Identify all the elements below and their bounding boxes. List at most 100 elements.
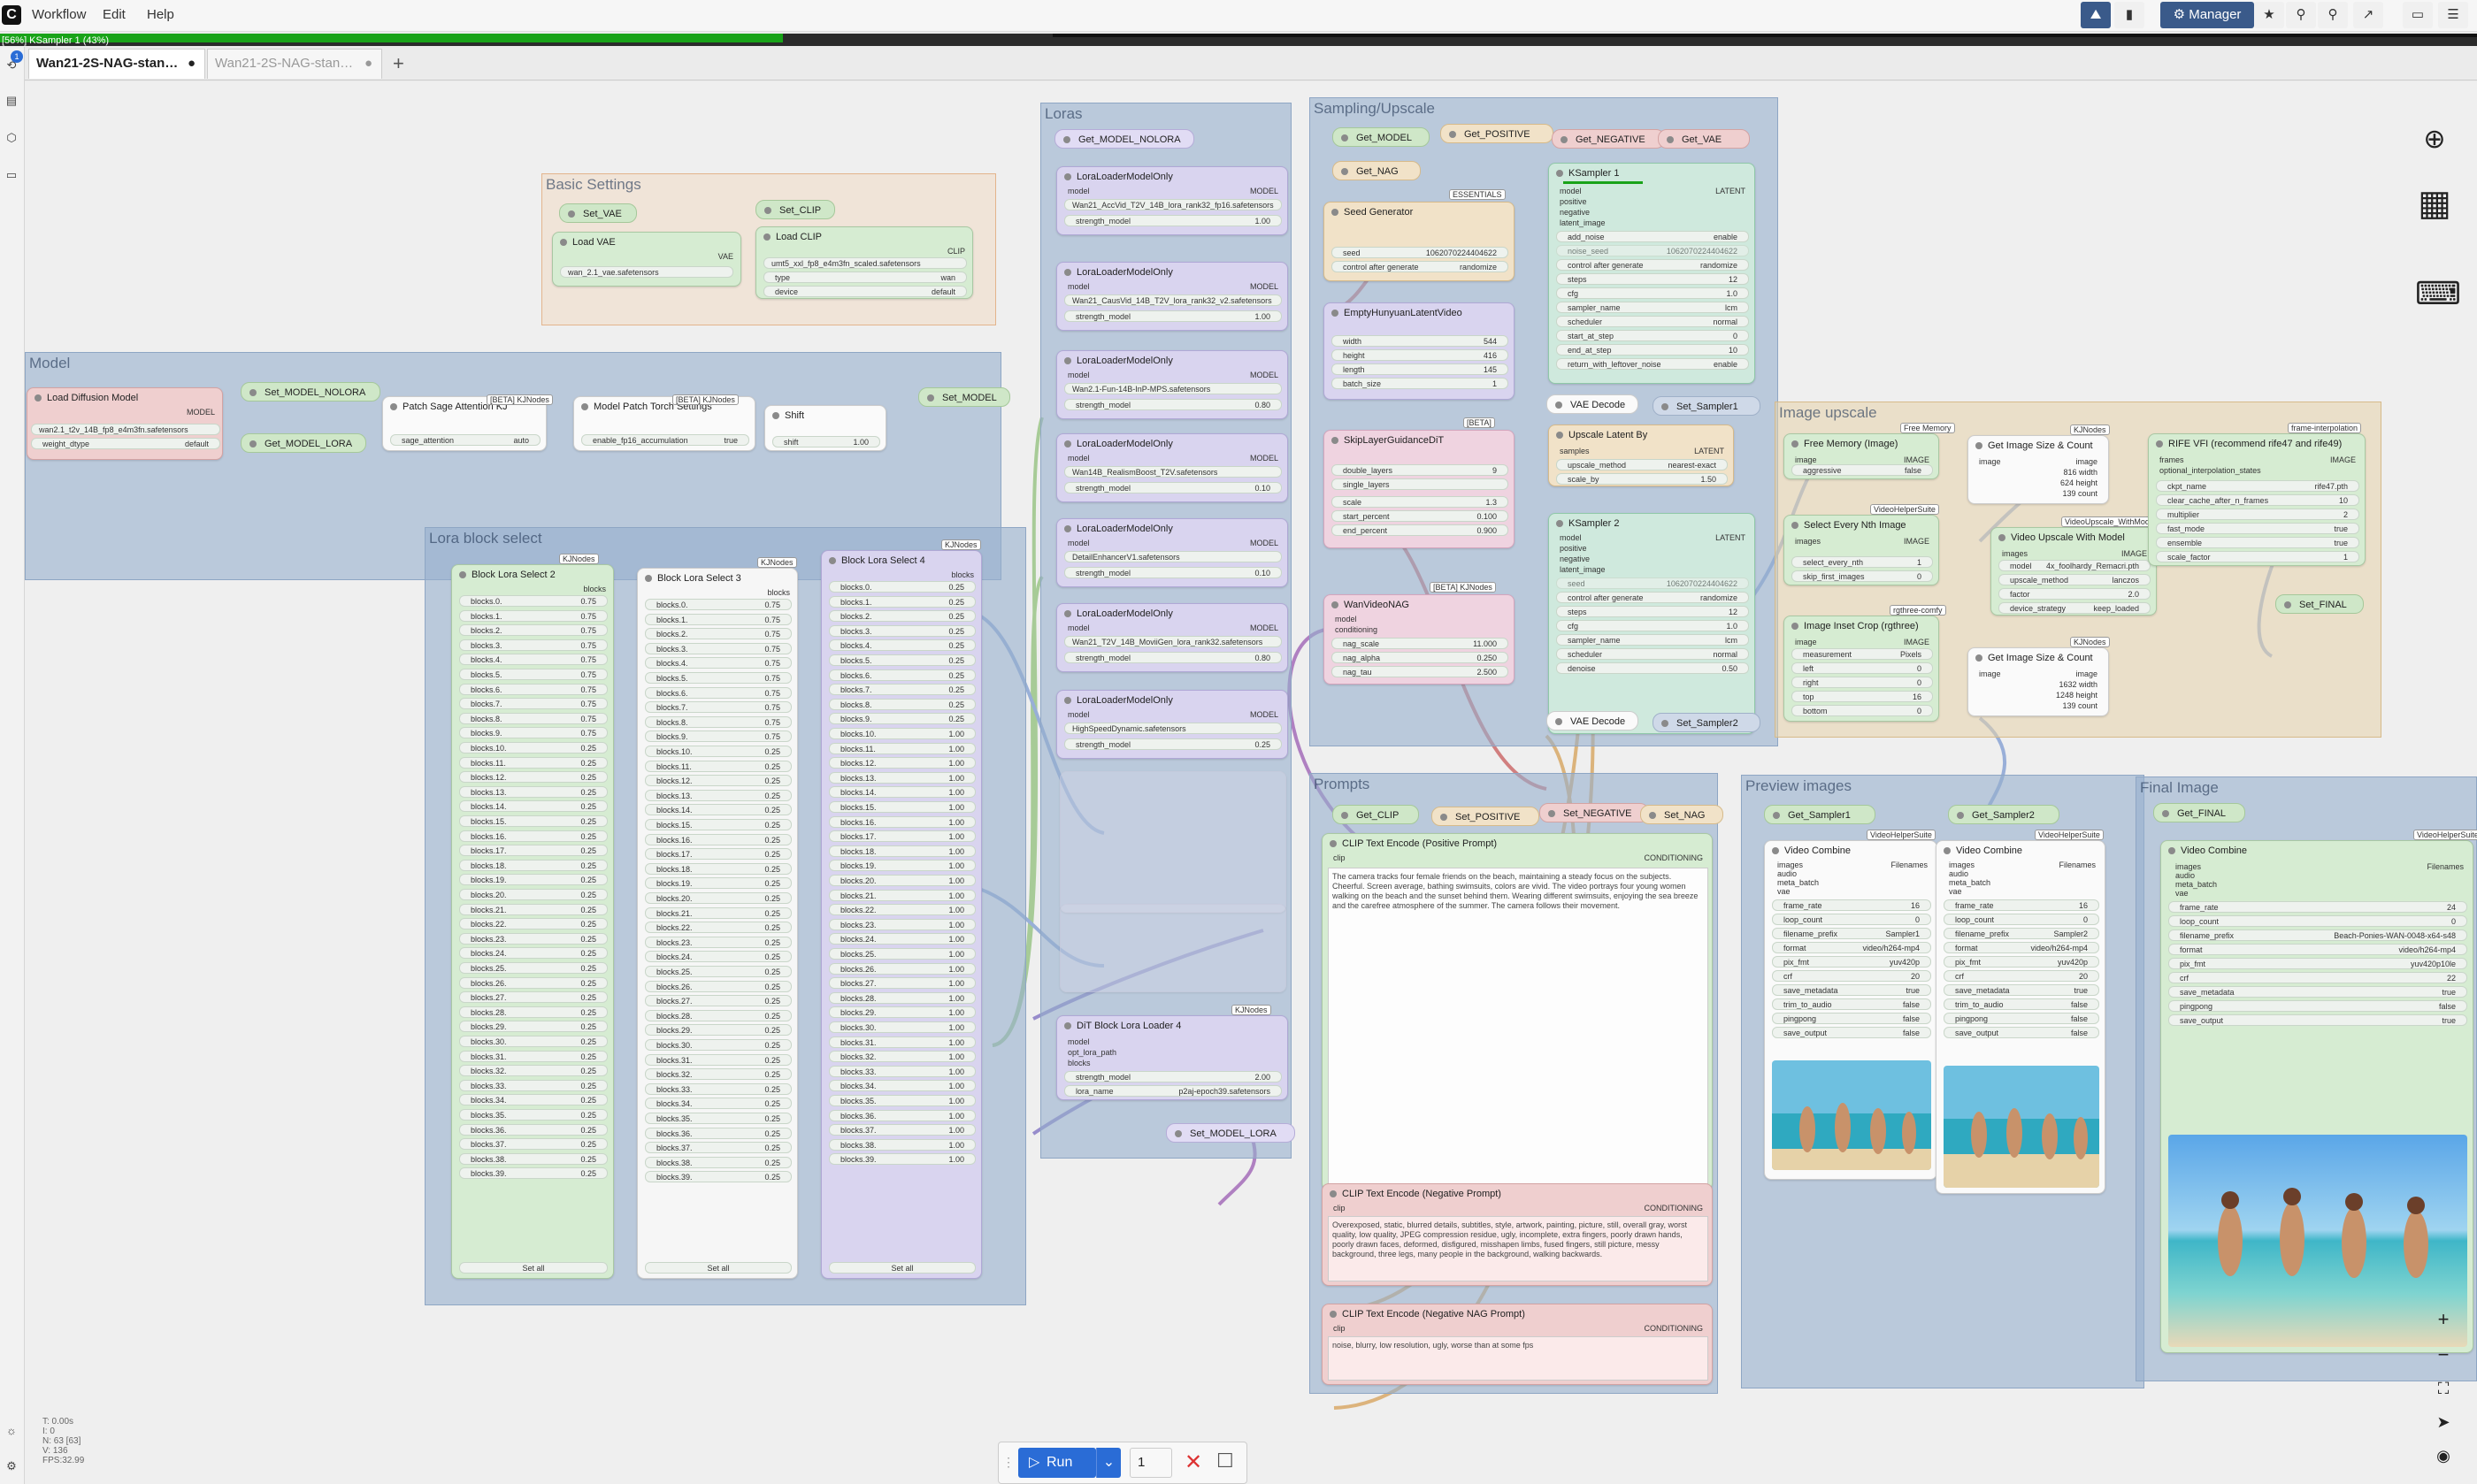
block-weight-slider[interactable]: blocks.15. 1.00 [829,801,976,813]
block-weight-slider[interactable]: blocks.16. 1.00 [829,815,976,828]
pix-fmt-widget[interactable]: pix_fmt yuv420p [1772,956,1931,968]
seed-generator-node[interactable]: Seed Generator seed 1062070224404622 cont… [1323,202,1515,281]
block-weight-slider[interactable]: blocks.1. 0.25 [829,595,976,608]
block-weight-slider[interactable]: blocks.19. 1.00 [829,860,976,872]
bypassed-block-lora-loader-3[interactable] [1060,904,1286,992]
ckpt-name-combo[interactable]: ckpt_name rife47.pth [2156,480,2359,492]
save-metadata-widget[interactable]: save_metadata true [1772,984,1931,996]
clip-device-combo[interactable]: device default [763,286,967,297]
scale-number[interactable]: scale 1.3 [1331,496,1508,508]
shift-value-number[interactable]: shift 1.00 [772,436,880,447]
clear-cache-number[interactable]: clear_cache_after_n_frames 10 [2156,494,2359,506]
block-weight-slider[interactable]: blocks.11. 0.25 [645,760,792,772]
block-weight-slider[interactable]: blocks.1. 0.75 [459,609,608,622]
block-weight-slider[interactable]: blocks.39. 0.25 [459,1167,608,1180]
block-weight-slider[interactable]: blocks.20. 1.00 [829,875,976,886]
block-weight-slider[interactable]: blocks.0. 0.75 [645,599,792,610]
dit-strength-number[interactable]: strength_model 2.00 [1064,1071,1282,1082]
graph-canvas[interactable]: Basic Settings Set_VAE Set_CLIP Load VAE… [25,81,2477,1484]
block-weight-slider[interactable]: blocks.27. 1.00 [829,977,976,990]
manager-button[interactable]: ⚙ Manager [2160,2,2254,28]
block-weight-slider[interactable]: blocks.18. 0.25 [645,862,792,875]
control-combo[interactable]: control after generate randomize [1556,592,1749,603]
block-weight-slider[interactable]: blocks.30. 0.25 [645,1039,792,1051]
hamburger-icon[interactable]: ☰ [2438,2,2468,28]
block-weight-slider[interactable]: blocks.15. 0.25 [459,815,608,827]
device-strategy-combo[interactable]: device_strategy keep_loaded [1998,602,2151,614]
lora-loader-model-only-node[interactable]: LoraLoaderModelOnly model MODEL HighSpee… [1056,690,1288,759]
pingpong-widget[interactable]: pingpong false [1772,1013,1931,1024]
lora-name-combo[interactable]: Wan21_AccVid_T2V_14B_lora_rank32_fp16.sa… [1064,199,1282,210]
block-weight-slider[interactable]: blocks.34. 1.00 [829,1080,976,1092]
block-weight-slider[interactable]: blocks.4. 0.25 [829,639,976,652]
strength-model-number[interactable]: strength_model 0.80 [1064,652,1282,663]
set-positive-node[interactable]: Set_POSITIVE [1431,807,1539,826]
get-vae-node[interactable]: Get_VAE [1658,129,1750,149]
set-sampler1-node[interactable]: Set_Sampler1 [1653,396,1760,416]
double-layers-text[interactable]: double_layers 9 [1331,464,1508,476]
block-weight-slider[interactable]: blocks.3. 0.75 [645,642,792,654]
block-weight-slider[interactable]: blocks.2. 0.75 [459,624,608,637]
strength-model-number[interactable]: strength_model 0.25 [1064,738,1282,750]
clip-type-combo[interactable]: type wan [763,272,967,283]
shift-node[interactable]: Shift shift 1.00 [764,405,886,451]
get-clip-node[interactable]: Get_CLIP [1332,805,1419,824]
denoise-number[interactable]: denoise 0.50 [1556,662,1749,674]
nag-alpha-number[interactable]: nag_alpha 0.250 [1331,652,1508,663]
end-step-number[interactable]: end_at_step 10 [1556,344,1749,356]
dit-lora-name-combo[interactable]: lora_name p2aj-epoch39.safetensors [1064,1085,1282,1097]
noise-seed-number[interactable]: seed 1062070224404622 [1556,578,1749,589]
block-weight-slider[interactable]: blocks.24. 0.25 [459,947,608,960]
sampler-name-combo[interactable]: sampler_name lcm [1556,634,1749,646]
get-sampler2-node[interactable]: Get_Sampler2 [1948,805,2059,824]
wan-video-nag-node[interactable]: WanVideoNAG model conditioning nag_scale… [1323,594,1515,685]
batch-count-input[interactable]: 1 [1130,1448,1172,1478]
strength-model-number[interactable]: strength_model 1.00 [1064,215,1282,226]
control-after-generate-combo[interactable]: control after generate randomize [1331,261,1508,272]
node-library-icon[interactable]: ▤ [4,93,19,109]
width-number[interactable]: width 544 [1331,335,1508,347]
lora-loader-model-only-node[interactable]: LoraLoaderModelOnly model MODEL Wan21_Ca… [1056,262,1288,331]
block-weight-slider[interactable]: blocks.36. 1.00 [829,1109,976,1121]
block-weight-slider[interactable]: blocks.2. 0.25 [829,610,976,623]
block-weight-slider[interactable]: blocks.14. 0.25 [645,804,792,816]
measurement-combo[interactable]: measurement Pixels [1791,648,1933,660]
block-weight-slider[interactable]: blocks.30. 1.00 [829,1021,976,1033]
left-number[interactable]: left 0 [1791,662,1933,674]
block-lora-select-node[interactable]: Block Lora Select 2 blocks blocks.0. 0.75 bl… [451,564,614,1279]
add-tab-button[interactable]: + [393,52,404,75]
block-lora-select-node[interactable]: Block Lora Select 4 blocks blocks.0. 0.25 bl… [821,550,982,1279]
factor-number[interactable]: factor 2.0 [1998,588,2151,600]
scale-by-number[interactable]: scale_by 1.50 [1556,473,1728,485]
block-weight-slider[interactable]: blocks.9. 0.75 [459,727,608,739]
block-weight-slider[interactable]: blocks.25. 0.25 [645,966,792,977]
nag-prompt-textarea[interactable]: noise, blurry, low resolution, ugly, wor… [1328,1336,1708,1381]
final-video-preview[interactable] [2168,1135,2467,1347]
block-weight-slider[interactable]: blocks.8. 0.75 [645,715,792,728]
block-weight-slider[interactable]: blocks.17. 0.25 [645,848,792,861]
block-weight-slider[interactable]: blocks.38. 0.25 [645,1156,792,1168]
block-weight-slider[interactable]: blocks.7. 0.25 [829,684,976,696]
block-weight-slider[interactable]: blocks.5. 0.75 [459,669,608,680]
block-weight-slider[interactable]: blocks.32. 0.25 [645,1068,792,1081]
workflows-icon[interactable]: ▭ [4,167,19,183]
block-weight-slider[interactable]: blocks.13. 0.25 [645,789,792,801]
scheduler-combo[interactable]: scheduler normal [1556,316,1749,327]
block-weight-slider[interactable]: blocks.12. 1.00 [829,757,976,769]
top-number[interactable]: top 16 [1791,691,1933,702]
block-weight-slider[interactable]: blocks.6. 0.25 [829,669,976,681]
get-image-size-2-node[interactable]: Get Image Size & Count image image 1632 … [1967,647,2109,716]
model-name-combo[interactable]: model 4x_foolhardy_Remacri.pth [1998,560,2151,571]
block-weight-slider[interactable]: blocks.34. 0.25 [645,1098,792,1110]
block-weight-slider[interactable]: blocks.28. 0.25 [645,1009,792,1021]
menu-help[interactable]: Help [147,7,174,22]
menu-workflow[interactable]: Workflow [32,7,86,22]
pingpong-toggle[interactable]: pingpong false [2168,1000,2467,1012]
set-sampler2-node[interactable]: Set_Sampler2 [1653,713,1760,732]
block-weight-slider[interactable]: blocks.29. 0.25 [459,1021,608,1033]
vae-decode-2-node[interactable]: VAE Decode [1546,711,1638,731]
block-weight-slider[interactable]: blocks.32. 0.25 [459,1065,608,1077]
block-weight-slider[interactable]: blocks.35. 0.25 [645,1113,792,1124]
model-library-icon[interactable]: ⬡ [4,130,19,146]
get-sampler1-node[interactable]: Get_Sampler1 [1764,805,1875,824]
